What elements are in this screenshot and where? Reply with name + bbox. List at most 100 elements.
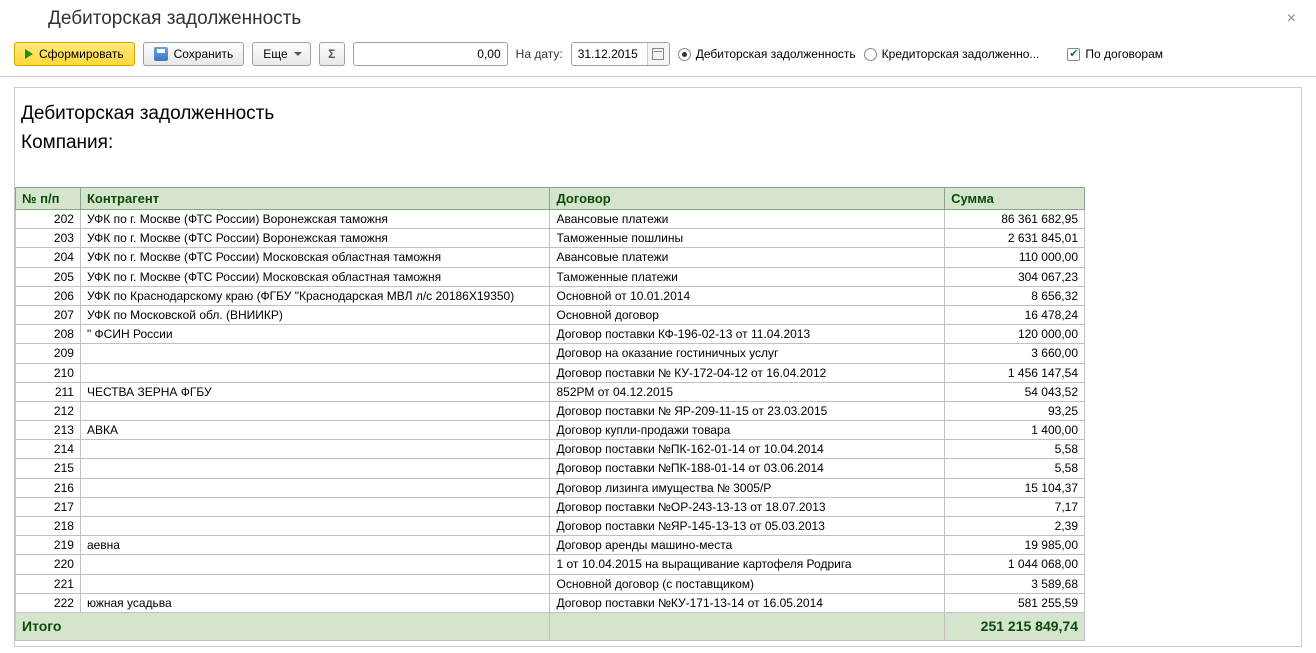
cell-n: 206 [16,286,81,305]
cell-sum: 2 631 845,01 [945,229,1085,248]
cell-contractor [80,555,550,574]
cell-sum: 304 067,23 [945,267,1085,286]
radio-icon [678,48,691,61]
table-row[interactable]: 220 1 от 10.04.2015 на выращивание картоф… [16,555,1085,574]
col-header-n: № п/п [16,188,81,210]
table-row[interactable]: 211 ЧЕСТВА ЗЕРНА ФГБУ852РМ от 04.12.2015… [16,382,1085,401]
cell-n: 221 [16,574,81,593]
cell-n: 205 [16,267,81,286]
cell-n: 210 [16,363,81,382]
window-title: Дебиторская задолженность [48,8,301,30]
cell-sum: 2,39 [945,517,1085,536]
close-icon[interactable]: × [1281,8,1302,30]
cell-contract: Договор купли-продажи товара [550,421,945,440]
cell-contract: Договор поставки №КУ-171-13-14 от 16.05.… [550,593,945,612]
table-row[interactable]: 217Договор поставки №ОР-243-13-13 от 18.… [16,497,1085,516]
cell-contractor: УФК по г. Москве (ФТС России) Московская… [80,267,550,286]
cell-n: 203 [16,229,81,248]
cell-contractor [80,459,550,478]
cell-contract: Авансовые платежи [550,248,945,267]
cell-contract: 852РМ от 04.12.2015 [550,382,945,401]
cell-sum: 120 000,00 [945,325,1085,344]
cell-contract: Договор на оказание гостиничных услуг [550,344,945,363]
table-row[interactable]: 216Договор лизинга имущества № 3005/Р15 … [16,478,1085,497]
date-label: На дату: [516,47,563,61]
cell-sum: 581 255,59 [945,593,1085,612]
cell-sum: 54 043,52 [945,382,1085,401]
checkbox-icon: ✔ [1067,48,1080,61]
cell-contractor [80,478,550,497]
cell-sum: 7,17 [945,497,1085,516]
save-label: Сохранить [174,47,234,61]
radio-credit-label: Кредиторская задолженно... [882,47,1040,61]
cell-contractor [80,363,550,382]
radio-credit[interactable]: Кредиторская задолженно... [864,47,1040,61]
app-window: Дебиторская задолженность × Сформировать… [0,0,1316,653]
cell-contract: 1 от 10.04.2015 на выращивание картофеля… [550,555,945,574]
table-row[interactable]: 205УФК по г. Москве (ФТС России) Московс… [16,267,1085,286]
total-row: Итого 251 215 849,74 [16,612,1085,640]
cell-n: 204 [16,248,81,267]
cell-contractor: " ФСИН России [80,325,550,344]
table-row[interactable]: 203УФК по г. Москве (ФТС России) Воронеж… [16,229,1085,248]
table-row[interactable]: 215Договор поставки №ПК-188-01-14 от 03.… [16,459,1085,478]
cell-contract: Договор поставки № ЯР-209-11-15 от 23.03… [550,401,945,420]
cell-contractor: УФК по г. Москве (ФТС России) Воронежска… [80,229,550,248]
cell-sum: 3 660,00 [945,344,1085,363]
checkbox-contracts[interactable]: ✔ По договорам [1067,47,1163,61]
table-row[interactable]: 204УФК по г. Москве (ФТС России) Московс… [16,248,1085,267]
play-icon [25,49,33,59]
cell-n: 207 [16,305,81,324]
cell-contractor [80,497,550,516]
table-header-row: № п/п Контрагент Договор Сумма [16,188,1085,210]
cell-n: 213 [16,421,81,440]
total-label: Итого [16,612,550,640]
save-button[interactable]: Сохранить [143,42,245,66]
cell-sum: 5,58 [945,440,1085,459]
table-row[interactable]: 221Основной договор (с поставщиком)3 589… [16,574,1085,593]
total-empty [550,612,945,640]
sum-input[interactable] [353,42,508,66]
col-header-sum: Сумма [945,188,1085,210]
cell-contract: Таможенные пошлины [550,229,945,248]
cell-contractor: УФК по г. Москве (ФТС России) Московская… [80,248,550,267]
report-area[interactable]: Дебиторская задолженность Компания: № п/… [14,87,1302,647]
cell-contract: Основной договор [550,305,945,324]
table-row[interactable]: 212Договор поставки № ЯР-209-11-15 от 23… [16,401,1085,420]
cell-contract: Договор поставки №ЯР-145-13-13 от 05.03.… [550,517,945,536]
report-company: Компания: [21,129,1295,158]
cell-contract: Основной от 10.01.2014 [550,286,945,305]
table-row[interactable]: 210Договор поставки № КУ-172-04-12 от 16… [16,363,1085,382]
report-header: Дебиторская задолженность Компания: [15,88,1301,187]
generate-button[interactable]: Сформировать [14,42,135,66]
table-row[interactable]: 202УФК по г. Москве (ФТС России) Воронеж… [16,210,1085,229]
table-row[interactable]: 208 " ФСИН РоссииДоговор поставки КФ-196… [16,325,1085,344]
cell-contractor: УФК по Краснодарскому краю (ФГБУ "Красно… [80,286,550,305]
date-input-wrap [571,42,670,66]
cell-n: 222 [16,593,81,612]
table-row[interactable]: 222южная усадьваДоговор поставки №КУ-171… [16,593,1085,612]
calendar-icon [652,48,664,60]
table-row[interactable]: 214Договор поставки №ПК-162-01-14 от 10.… [16,440,1085,459]
generate-label: Сформировать [39,47,124,61]
save-icon [154,47,168,61]
sum-button[interactable]: Σ [319,42,345,66]
calendar-button[interactable] [647,43,669,65]
cell-contract: Основной договор (с поставщиком) [550,574,945,593]
table-row[interactable]: 218Договор поставки №ЯР-145-13-13 от 05.… [16,517,1085,536]
radio-debit[interactable]: Дебиторская задолженность [678,47,856,61]
cell-contract: Договор поставки №ОР-243-13-13 от 18.07.… [550,497,945,516]
table-row[interactable]: 213 АВКАДоговор купли-продажи товара1 40… [16,421,1085,440]
more-label: Еще [263,47,287,61]
table-row[interactable]: 206УФК по Краснодарскому краю (ФГБУ "Кра… [16,286,1085,305]
more-button[interactable]: Еще [252,42,310,66]
cell-n: 220 [16,555,81,574]
cell-sum: 1 044 068,00 [945,555,1085,574]
cell-contract: Договор поставки №ПК-162-01-14 от 10.04.… [550,440,945,459]
cell-contract: Договор лизинга имущества № 3005/Р [550,478,945,497]
table-row[interactable]: 209Договор на оказание гостиничных услуг… [16,344,1085,363]
col-header-contractor: Контрагент [80,188,550,210]
date-input[interactable] [572,43,647,65]
table-row[interactable]: 219 аевнаДоговор аренды машино-места19 9… [16,536,1085,555]
table-row[interactable]: 207УФК по Московской обл. (ВНИИКР)Основн… [16,305,1085,324]
